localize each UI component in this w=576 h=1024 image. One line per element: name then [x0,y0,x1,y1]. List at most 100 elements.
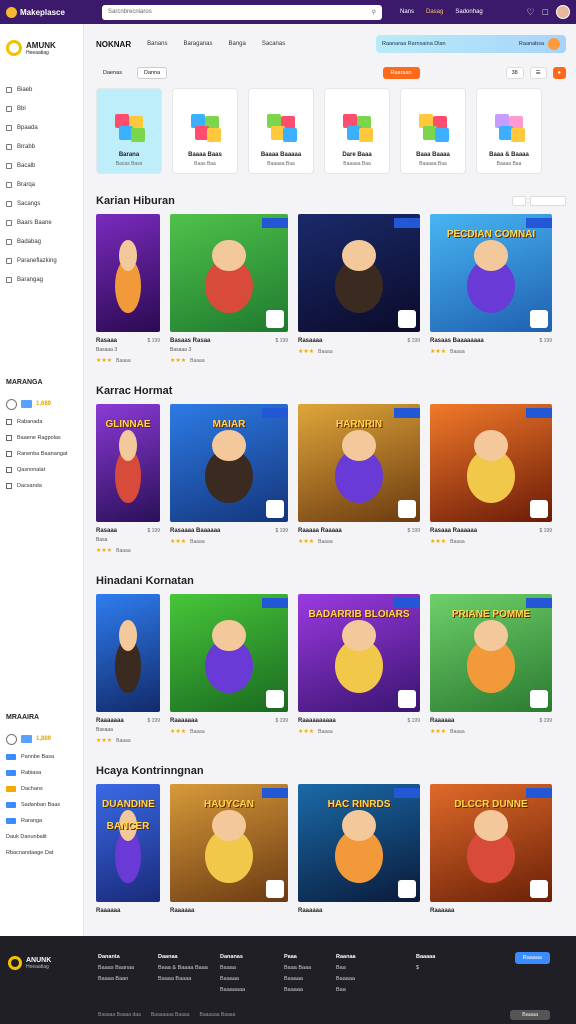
footer-col-link[interactable]: Baaaaa [220,976,245,982]
sidebar-item-7[interactable]: Baars Baane [6,213,77,232]
sidebar-item-4[interactable]: Bacalb [6,156,77,175]
category-card-0[interactable]: Barana Bacas Bass [96,88,162,174]
product-image[interactable]: MAIAR [170,404,288,522]
footer-col-link[interactable]: Baaas Baanaa [98,965,134,971]
top-link-2[interactable]: Dasag [426,9,443,15]
product-title[interactable]: Raaaaaa [170,908,194,914]
product-image[interactable]: HAUYCAN [170,784,288,902]
product-title[interactable]: Raaaaaaaaaa [298,718,336,724]
tab-2[interactable]: Baraganas [183,41,212,47]
footer-col-link[interactable]: Baaaa Baaaa [158,976,208,982]
footer-logo[interactable]: ANUNK Heeaatiag [8,956,51,970]
sidebar-sub-item[interactable]: Qasnonalat [6,462,77,478]
sidebar-sub-item[interactable]: Raranga [6,813,77,829]
product-card[interactable]: DUANDINE BANCER Raaaaaa [96,784,160,914]
promo-button-icon[interactable] [548,38,560,50]
product-title[interactable]: Rasaaa [96,528,117,534]
sidebar-sub-item[interactable]: Dacsanda [6,478,77,494]
product-image[interactable]: HARNRIN [298,404,420,522]
footer-col-link[interactable]: Baaaa [220,965,245,971]
category-card-3[interactable]: Dare Baaa Baaaaa Baa [324,88,390,174]
product-image[interactable] [170,214,288,332]
product-title[interactable]: Rasaaa Raaaaaa [430,528,477,534]
filter-icon[interactable]: ☰ [529,67,547,79]
product-card[interactable]: Rasaaa Raaaaaa $ 199 ★★★ Baaaa [430,404,552,554]
product-title[interactable]: Raaaaaa [96,908,120,914]
sidebar-item-2[interactable]: Bpaada [6,118,77,137]
product-card[interactable]: Raaaaaaa $ 199 ★★★ Baaaa [170,594,288,744]
product-card[interactable]: HAC RINRDS Raaaaaa [298,784,420,914]
category-card-1[interactable]: Baaaa Baas Baas Baa [172,88,238,174]
product-image[interactable] [96,594,160,712]
product-title[interactable]: Rasaas Baaaaaaaa [430,338,484,344]
product-image[interactable] [96,214,160,332]
product-card[interactable]: Basaas Rasaa $ 199 Basaaa 3 ★★★ Baaaa [170,214,288,364]
category-card-5[interactable]: Baaa & Baaaa Baaaa Baa [476,88,542,174]
product-image[interactable]: BADARRIB BLOIARS [298,594,420,712]
product-title[interactable]: Rasaaaa Baaaaaa [170,528,220,534]
footer-col-link[interactable]: Baaaaa [336,976,356,982]
footer-col-link[interactable]: Baa [336,965,356,971]
sidebar-sub-item[interactable]: Dachans [6,781,77,797]
sidebar-sub-item[interactable]: Rabiasa [6,765,77,781]
sidebar-sub-item[interactable]: Sadanban Baas [6,797,77,813]
product-card[interactable]: PRIANE POMME Raaaaaa $ 199 ★★★ Baaaa [430,594,552,744]
product-title[interactable]: Raaaaaa [298,908,322,914]
footer-cta-button[interactable]: Raaaaa [514,952,550,964]
language-select[interactable]: Baaaa [510,1010,550,1020]
sort-dropdown[interactable] [530,196,566,206]
product-card[interactable]: MAIAR Rasaaaa Baaaaaa $ 199 ★★★ Baaaa [170,404,288,554]
product-image[interactable]: PRIANE POMME [430,594,552,712]
product-card[interactable]: Rasaaaa $ 199 ★★★ Baaaa [298,214,420,364]
gift-icon[interactable]: ♡ [526,7,534,18]
view-toggle-icon[interactable] [512,196,526,206]
filter-pill-0[interactable]: Daenas [96,67,129,79]
product-card[interactable]: Raaaaaaa $ 199 Basaaa ★★★ Baaaa [96,594,160,744]
sidebar-item-1[interactable]: Bbl [6,99,77,118]
product-image[interactable]: DUANDINE BANCER [96,784,160,902]
sidebar-logo[interactable]: AMUNK Heeaatiag [6,40,77,56]
footer-col-link[interactable]: Baa [336,987,356,993]
sidebar-item-0[interactable]: Biaeb [6,80,77,99]
product-card[interactable]: DLCCR DUNNE Raaaaaa [430,784,552,914]
bell-icon[interactable]: □ [543,7,548,17]
product-card[interactable]: HAUYCAN Raaaaaa [170,784,288,914]
category-card-4[interactable]: Baaa Baaaa Baaaaa Baa [400,88,466,174]
top-link-1[interactable]: Nans [400,9,414,15]
sidebar-sub-item[interactable]: Rabanada [6,414,77,430]
product-image[interactable] [430,404,552,522]
product-image[interactable]: GLINNAE [96,404,160,522]
sidebar-item-8[interactable]: Badabag [6,232,77,251]
sidebar-sub-item[interactable]: Pannbe Basa [6,749,77,765]
footer-link[interactable]: Baaaaaaa Baaaa [151,1012,190,1018]
notify-icon[interactable]: ● [552,67,566,79]
search-input[interactable]: Sarcnbrecniaros ⚲ [102,4,382,20]
sidebar-item-5[interactable]: Brarqa [6,175,77,194]
footer-col-link[interactable]: Baaa Baaa [284,965,311,971]
category-card-2[interactable]: Baaaa Baaaaa Baaaaa Baa [248,88,314,174]
footer-col-link[interactable]: Baaaaa [284,976,311,982]
product-title[interactable]: Raaaaa Raaaaa [298,528,342,534]
filter-pill-1[interactable]: Danna [136,67,168,79]
sidebar-item-3[interactable]: Brrabb [6,137,77,156]
sidebar-sub-item[interactable]: Ranenba Baanangat [6,446,77,462]
product-title[interactable]: Raaaaaaa [96,718,124,724]
footer-col-link[interactable]: Baaa & Baaaa Baaa [158,965,208,971]
product-card[interactable]: Rasaaa $ 199 Basaaa 3 ★★★ Baaaa [96,214,160,364]
product-card[interactable]: GLINNAE Rasaaa $ 199 Basa ★★★ Baaaa [96,404,160,554]
tab-3[interactable]: Banga [229,41,246,47]
sidebar-item-6[interactable]: Sacangs [6,194,77,213]
product-card[interactable]: PECDIAN COMNAI Rasaas Baaaaaaaa $ 199 ★★★ Ba… [430,214,552,364]
promo-banner[interactable]: Raanaraa Rarnsaina Dlan Raanabsa [376,35,566,53]
product-image[interactable]: HAC RINRDS [298,784,420,902]
product-title[interactable]: Raaaaaaa [170,718,198,724]
sidebar-item-10[interactable]: Barangag [6,270,77,289]
brand[interactable]: Makeplasce [6,6,102,18]
product-image[interactable] [170,594,288,712]
search-icon[interactable]: ⚲ [372,9,376,16]
tab-0[interactable]: NOKNAR [96,40,131,49]
footer-link[interactable]: Baaaaa Baaaa daa [98,1012,141,1018]
sidebar-item-9[interactable]: Paraneflazking [6,251,77,270]
product-image[interactable]: PECDIAN COMNAI [430,214,552,332]
footer-col-link[interactable]: Baaaaaaa [220,987,245,993]
